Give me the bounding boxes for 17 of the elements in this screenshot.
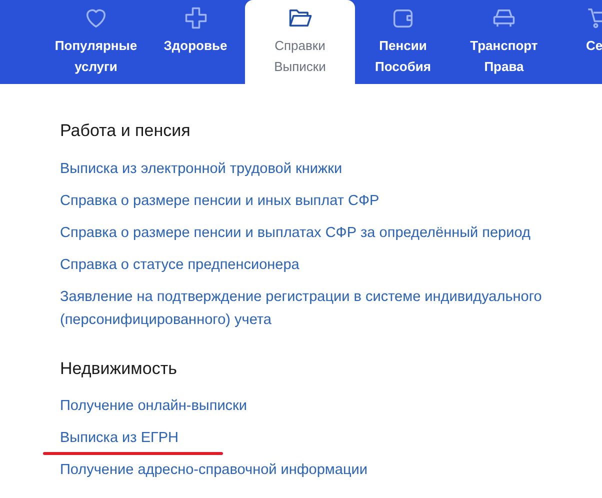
- service-link[interactable]: Справка о размере пенсии и выплатах СФР за определённый период: [60, 222, 596, 244]
- service-link[interactable]: Получение онлайн-выписки: [60, 395, 596, 418]
- section-heading: Работа и пенсия: [60, 120, 192, 142]
- service-link[interactable]: Выписка из электронной трудовой книжки: [60, 158, 596, 180]
- nav-tab[interactable]: Транспорт Права: [451, 0, 557, 84]
- nav-tab[interactable]: Здоровье: [146, 0, 245, 84]
- nav-tab[interactable]: Справки Выписки: [245, 0, 355, 84]
- nav-tab[interactable]: Популярные услуги: [46, 0, 146, 84]
- service-link[interactable]: Справка о статусе предпенсионера: [60, 254, 596, 276]
- plus-icon: [182, 5, 208, 31]
- service-link[interactable]: Получение адресно-справочной информации: [60, 459, 596, 482]
- service-link[interactable]: Справка о размере пенсии и иных выплат СФР: [60, 190, 596, 212]
- service-link[interactable]: Выписка из ЕГРН: [60, 427, 596, 450]
- nav-tab[interactable]: Се: [557, 0, 602, 84]
- nav-tab[interactable]: Пенсии Пособия: [355, 0, 451, 84]
- service-link[interactable]: Заявление на подтверждение регистрации в системе индивидуального (персонифицированного) учета: [60, 286, 596, 332]
- section-heading: Недвижимость: [60, 358, 178, 380]
